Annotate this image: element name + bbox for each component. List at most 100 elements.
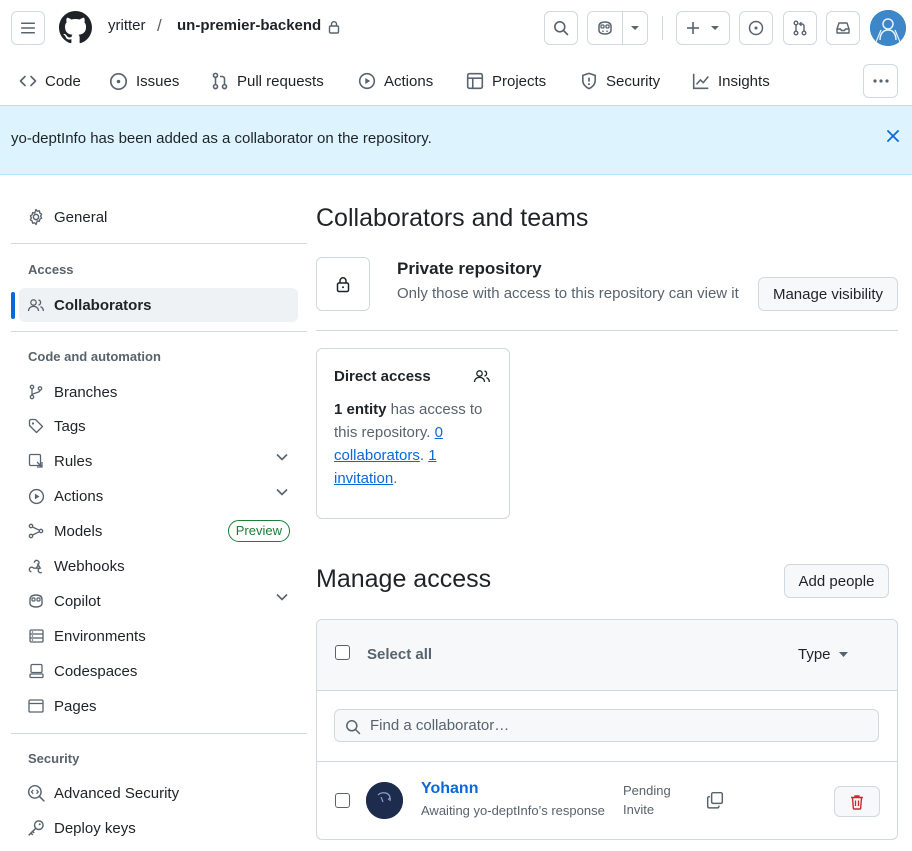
sidebar-item-rules[interactable]: Rules [19, 444, 298, 478]
lock-icon [336, 276, 350, 292]
header-divider [662, 16, 663, 40]
tab-label: Projects [492, 72, 547, 90]
sidebar-item-label: Branches [54, 383, 118, 401]
pull-requests-button[interactable] [783, 11, 817, 45]
sidebar-item-models[interactable]: Models Preview [19, 514, 298, 548]
chevron-down-icon [711, 26, 719, 30]
sidebar-item-pages[interactable]: Pages [19, 689, 298, 723]
collaborator-search[interactable] [334, 709, 879, 742]
type-filter-label: Type [798, 646, 831, 663]
private-lock-box [316, 257, 370, 311]
breadcrumb-repo[interactable]: un-premier-backend [177, 17, 321, 34]
trash-icon [851, 794, 863, 810]
text-sep: . [419, 447, 429, 464]
user-avatar[interactable] [870, 10, 906, 46]
copilot-icon [588, 20, 622, 36]
flash-message: yo-deptInfo has been added as a collabor… [11, 130, 432, 147]
sidebar-item-collaborators[interactable]: Collaborators [19, 288, 298, 322]
menu-button[interactable] [11, 11, 45, 45]
plus-icon [687, 22, 699, 34]
sidebar-item-label: Deploy keys [54, 819, 136, 837]
close-icon[interactable] [886, 129, 900, 143]
github-logo-icon[interactable] [59, 11, 92, 44]
tab-security[interactable]: Security [580, 70, 660, 92]
breadcrumb-owner[interactable]: yritter [108, 17, 146, 34]
tab-label: Code [45, 72, 81, 90]
access-panel-header: Select all Type [317, 620, 897, 691]
private-repo-title: Private repository [397, 259, 542, 278]
gear-icon [27, 208, 45, 226]
sidebar-item-label: Tags [54, 417, 86, 435]
tab-actions[interactable]: Actions [358, 70, 433, 92]
issue-icon [748, 20, 764, 36]
copilot-button[interactable] [587, 11, 648, 45]
sidebar-item-label: Advanced Security [54, 784, 180, 802]
select-all-checkbox[interactable] [335, 645, 350, 660]
remove-button[interactable] [834, 786, 880, 817]
tab-label: Security [606, 72, 661, 90]
chevron-down-icon[interactable] [276, 453, 288, 461]
search-icon [346, 720, 361, 735]
sidebar-item-webhooks[interactable]: Webhooks [19, 549, 298, 583]
sidebar-divider [11, 243, 307, 244]
create-new-button[interactable] [676, 11, 730, 45]
copy-icon[interactable] [706, 791, 724, 809]
type-filter-dropdown[interactable]: Type [798, 646, 848, 663]
sidebar-item-label: Collaborators [54, 296, 152, 314]
table-icon [466, 72, 484, 90]
member-name-link[interactable]: Yohann [421, 780, 478, 798]
sidebar-item-label: Copilot [54, 592, 101, 610]
hamburger-icon [21, 22, 35, 34]
chevron-down-icon[interactable] [276, 593, 288, 601]
key-icon [27, 819, 45, 837]
manage-visibility-button[interactable]: Manage visibility [758, 277, 898, 311]
select-all-label: Select all [367, 646, 433, 663]
entity-count: 1 entity [334, 401, 387, 418]
tab-label: Actions [384, 72, 434, 90]
issues-button[interactable] [739, 11, 773, 45]
tab-insights[interactable]: Insights [692, 70, 770, 92]
inbox-button[interactable] [826, 11, 860, 45]
page-title: Collaborators and teams [316, 204, 589, 232]
chevron-down-icon[interactable] [623, 25, 647, 31]
sidebar-item-codespaces[interactable]: Codespaces [19, 654, 298, 688]
chevron-down-icon[interactable] [276, 488, 288, 496]
add-people-button[interactable]: Add people [784, 564, 889, 598]
sidebar-item-tags[interactable]: Tags [19, 409, 298, 443]
member-checkbox[interactable] [335, 793, 350, 808]
tab-label: Insights [718, 72, 770, 90]
sidebar-item-advanced-security[interactable]: Advanced Security [19, 776, 298, 810]
sidebar-item-branches[interactable]: Branches [19, 375, 298, 409]
sidebar-item-label: Pages [54, 697, 97, 715]
preview-badge: Preview [227, 520, 290, 542]
text-end: . [393, 470, 398, 487]
server-icon [27, 628, 45, 644]
sidebar-item-copilot[interactable]: Copilot [19, 584, 298, 618]
pending-invite-label: Pending Invite [623, 783, 671, 817]
graph-icon [692, 73, 709, 90]
search-icon [554, 21, 569, 36]
sidebar-item-label: Rules [54, 452, 93, 470]
tab-code[interactable]: Code [19, 70, 81, 92]
sidebar-divider [11, 331, 307, 332]
sidebar-item-general[interactable]: General [19, 200, 298, 234]
repo-nav: Code Issues Pull requests Actions Projec… [0, 56, 912, 106]
tab-issues[interactable]: Issues [109, 70, 179, 92]
pull-request-icon [793, 20, 807, 36]
tab-pull-requests[interactable]: Pull requests [211, 70, 324, 92]
global-header: yritter / un-premier-backend [0, 0, 912, 56]
inbox-icon [836, 22, 850, 34]
tab-label: Pull requests [237, 72, 324, 90]
models-icon [27, 523, 45, 539]
sidebar-item-deploy-keys[interactable]: Deploy keys [19, 811, 298, 845]
search-input[interactable] [370, 710, 870, 741]
search-button[interactable] [544, 11, 578, 45]
browser-icon [27, 698, 45, 714]
tab-projects[interactable]: Projects [466, 70, 546, 92]
people-icon [27, 297, 45, 313]
sidebar-item-actions[interactable]: Actions [19, 479, 298, 513]
avatar[interactable] [366, 782, 403, 819]
more-button[interactable] [863, 64, 898, 98]
sidebar-item-environments[interactable]: Environments [19, 619, 298, 653]
pull-request-icon [212, 72, 228, 90]
